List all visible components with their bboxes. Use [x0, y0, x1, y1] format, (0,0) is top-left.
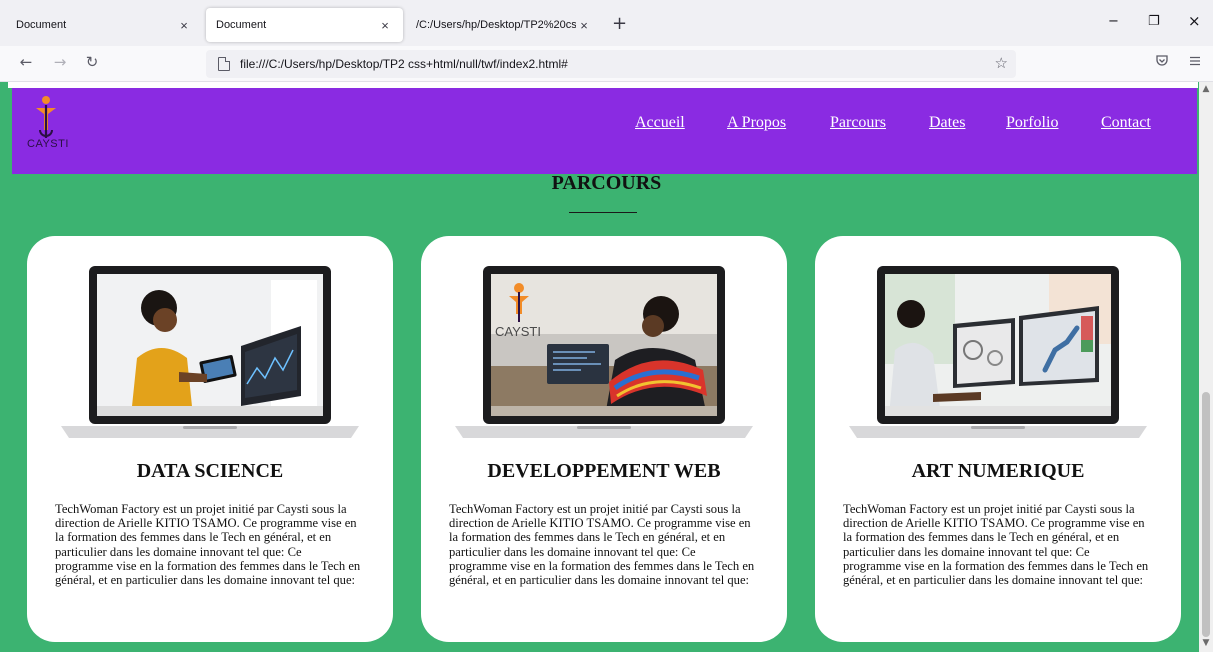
tab-title: Document: [216, 19, 267, 31]
page-scrollbar[interactable]: ▲ ▼: [1199, 82, 1213, 652]
card-data-science: DATA SCIENCE TechWoman Factory est un pr…: [27, 236, 393, 642]
card-art-numerique: ART NUMERIQUE TechWoman Factory est un p…: [815, 236, 1181, 642]
bookmark-star-icon[interactable]: ☆: [995, 54, 1008, 72]
nav-link-dates[interactable]: Dates: [929, 114, 965, 132]
minimize-icon[interactable]: −: [1108, 14, 1119, 29]
tab-title: Document: [16, 19, 67, 31]
nav-link-accueil[interactable]: Accueil: [635, 114, 685, 132]
image-logo-text: CAYSTI: [495, 324, 541, 339]
browser-tab-bar: Document × Document × /C:/Users/hp/Deskt…: [0, 0, 1213, 46]
app-menu-icon[interactable]: [1188, 54, 1202, 72]
tab-close-icon[interactable]: ×: [377, 18, 393, 33]
scroll-thumb[interactable]: [1202, 392, 1210, 637]
scroll-up-icon[interactable]: ▲: [1200, 84, 1212, 94]
site-header: CAYSTI Accueil A Propos Parcours Dates P…: [12, 88, 1197, 174]
card-title: DEVELOPPEMENT WEB: [487, 460, 721, 482]
laptop-web-dev-image: CAYSTI: [455, 266, 753, 438]
laptop-digital-art-image: [849, 266, 1147, 438]
new-tab-icon[interactable]: +: [612, 13, 627, 34]
title-underline: [569, 212, 637, 213]
laptop-data-science-image: [61, 266, 359, 438]
nav-link-porfolio[interactable]: Porfolio: [1006, 114, 1058, 132]
logo-text: CAYSTI: [27, 138, 69, 150]
scroll-down-icon[interactable]: ▼: [1200, 638, 1212, 648]
section-title: PARCOURS: [551, 172, 662, 194]
card-description: TechWoman Factory est un projet initié p…: [55, 502, 361, 588]
tab-close-icon[interactable]: ×: [576, 18, 592, 33]
restore-icon[interactable]: ❐: [1148, 14, 1160, 29]
card-description: TechWoman Factory est un projet initié p…: [843, 502, 1149, 588]
nav-link-a-propos[interactable]: A Propos: [727, 114, 786, 132]
pocket-icon[interactable]: [1155, 54, 1169, 72]
forward-icon[interactable]: →: [50, 53, 70, 71]
card-developpement-web: CAYSTI DEVELOPPEMENT WEB TechWoman Facto…: [421, 236, 787, 642]
tab-document-2[interactable]: Document ×: [206, 8, 403, 42]
page-icon: [218, 57, 230, 71]
card-title: ART NUMERIQUE: [911, 460, 1085, 482]
window-close-icon[interactable]: ×: [1188, 12, 1201, 30]
tab-file-path[interactable]: /C:/Users/hp/Desktop/TP2%20css+ ×: [406, 8, 602, 42]
card-title: DATA SCIENCE: [136, 460, 284, 482]
browser-nav-bar: ← → ↻ file:///C:/Users/hp/Desktop/TP2 cs…: [0, 46, 1213, 82]
page-viewport: CAYSTI Accueil A Propos Parcours Dates P…: [0, 82, 1213, 652]
back-icon[interactable]: ←: [16, 53, 36, 71]
tab-close-icon[interactable]: ×: [176, 18, 192, 33]
reload-icon[interactable]: ↻: [82, 53, 102, 71]
tab-document-1[interactable]: Document ×: [6, 8, 202, 42]
tab-title: /C:/Users/hp/Desktop/TP2%20css+: [416, 19, 576, 31]
url-text[interactable]: file:///C:/Users/hp/Desktop/TP2 css+html…: [240, 57, 568, 71]
nav-link-contact[interactable]: Contact: [1101, 114, 1151, 132]
url-bar[interactable]: file:///C:/Users/hp/Desktop/TP2 css+html…: [206, 50, 1016, 78]
nav-link-parcours[interactable]: Parcours: [830, 114, 886, 132]
card-description: TechWoman Factory est un projet initié p…: [449, 502, 755, 588]
